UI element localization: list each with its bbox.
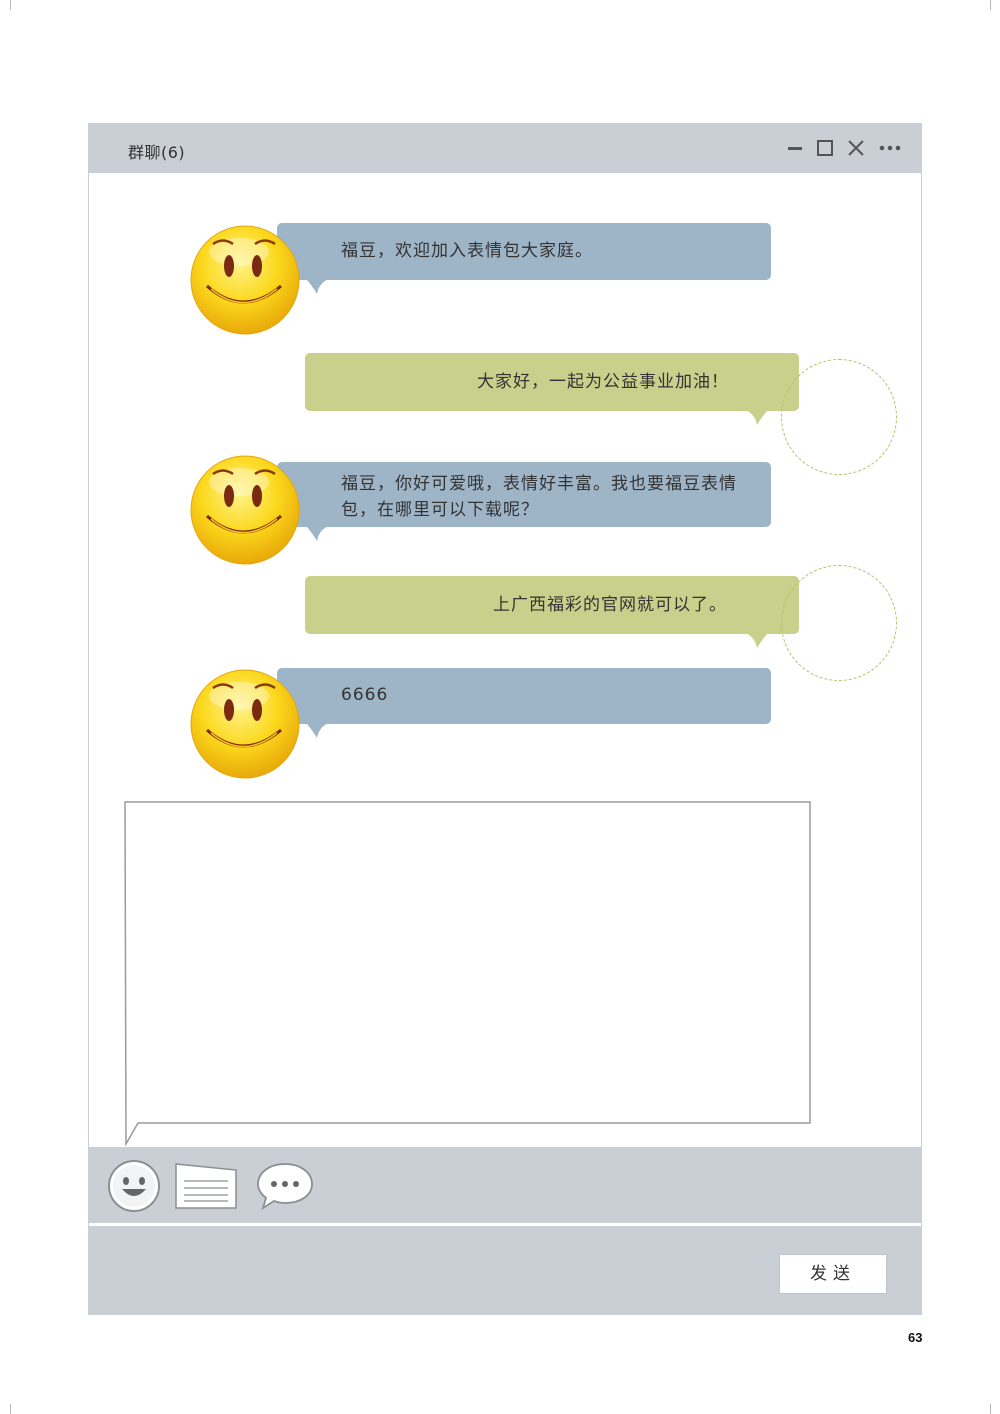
avatar-placeholder xyxy=(781,565,897,681)
file-icon[interactable] xyxy=(175,1163,237,1213)
window-title: 群聊(6) xyxy=(128,143,186,162)
bubble-tail xyxy=(305,722,331,738)
crop-mark xyxy=(10,1404,11,1414)
footer-bar: 发送 xyxy=(89,1226,921,1315)
input-outline xyxy=(124,801,811,1147)
crop-mark xyxy=(990,1404,991,1414)
input-toolbar xyxy=(89,1147,921,1223)
minimize-icon[interactable] xyxy=(784,137,806,159)
chat-bubble-icon[interactable] xyxy=(255,1161,315,1215)
bubble-tail xyxy=(305,278,331,294)
maximize-icon[interactable] xyxy=(814,137,836,159)
bubble-tail xyxy=(743,632,769,648)
avatar-placeholder xyxy=(781,359,897,475)
emoji-icon[interactable] xyxy=(107,1159,161,1217)
smiley-avatar xyxy=(189,224,301,336)
close-icon[interactable] xyxy=(845,137,867,159)
smiley-avatar xyxy=(189,668,301,780)
message-text: 福豆，欢迎加入表情包大家庭。 xyxy=(341,241,593,261)
message-bubble: 福豆，欢迎加入表情包大家庭。 xyxy=(277,223,771,294)
message-input[interactable] xyxy=(124,801,812,1147)
message-bubble: 上广西福彩的官网就可以了。 xyxy=(305,576,799,648)
crop-mark xyxy=(10,0,11,10)
message-bubble: 6666 xyxy=(277,668,771,738)
title-bar: 群聊(6) xyxy=(89,123,921,173)
page-number: 63 xyxy=(908,1330,923,1345)
crop-mark xyxy=(990,0,991,10)
message-text: 大家好，一起为公益事业加油！ xyxy=(477,372,729,392)
send-button[interactable]: 发送 xyxy=(779,1254,887,1294)
smiley-avatar xyxy=(189,454,301,566)
message-bubble: 福豆，你好可爱哦，表情好丰富。我也要福豆表情包，在哪里可以下载呢？ xyxy=(277,462,771,541)
message-text: 福豆，你好可爱哦，表情好丰富。我也要福豆表情包，在哪里可以下载呢？ xyxy=(341,474,737,520)
message-text: 6666 xyxy=(341,685,389,705)
message-text: 上广西福彩的官网就可以了。 xyxy=(493,595,727,615)
bubble-tail xyxy=(743,409,769,425)
chat-window: 群聊(6) 福豆，欢迎加入表情包大家庭。 大家好，一起为公益事业加油！ 福豆，你… xyxy=(88,123,922,1315)
bubble-tail xyxy=(305,525,331,541)
message-bubble: 大家好，一起为公益事业加油！ xyxy=(305,353,799,425)
more-icon[interactable] xyxy=(878,137,902,159)
